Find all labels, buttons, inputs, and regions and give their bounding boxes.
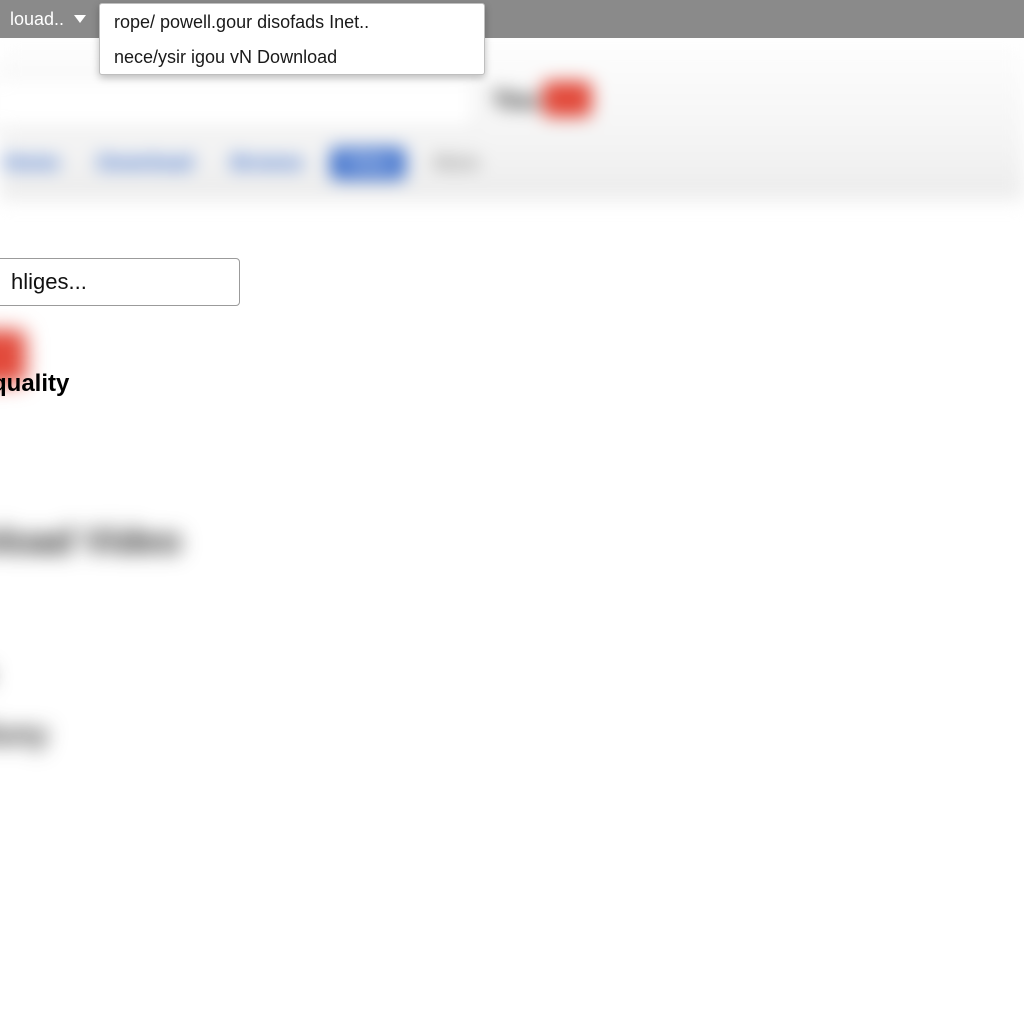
page-body-blurred: nload Video n iluny <box>0 330 1024 950</box>
tab-label: louad.. <box>10 0 64 38</box>
suggestion-item[interactable]: rope/ powell.gour disofads Inet.. <box>100 4 484 39</box>
download-video-heading: nload Video <box>0 520 181 562</box>
nav-tab-browse[interactable]: Browse <box>221 148 313 179</box>
url-search-box[interactable] <box>0 76 476 130</box>
quality-label: quality <box>0 370 69 398</box>
nav-tab-home[interactable]: Home <box>0 148 70 179</box>
search-input[interactable]: hliges... <box>0 258 240 306</box>
primary-nav: Home Download Browse Video More <box>0 148 489 179</box>
nav-tab-download[interactable]: Download <box>88 148 204 179</box>
section-label-2: iluny <box>0 718 48 752</box>
nav-tab-more[interactable]: More <box>423 148 489 179</box>
nav-tab-video[interactable]: Video <box>331 148 405 179</box>
address-suggestions-dropdown[interactable]: rope/ powell.gour disofads Inet.. nece/y… <box>99 3 485 75</box>
chevron-down-icon <box>74 15 86 23</box>
site-logo[interactable]: You <box>492 72 596 126</box>
logo-text: You <box>492 84 538 115</box>
play-icon <box>542 81 592 117</box>
search-input-placeholder: hliges... <box>11 269 87 295</box>
suggestion-item[interactable]: nece/ysir igou vN Download <box>100 39 484 74</box>
